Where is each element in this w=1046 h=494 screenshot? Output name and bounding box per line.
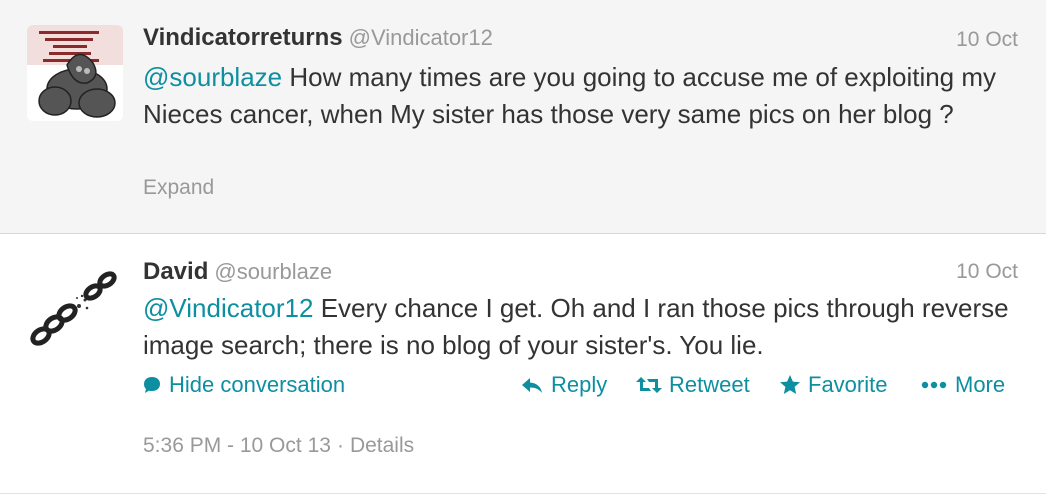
expand-link[interactable]: Expand (143, 176, 214, 200)
more-button[interactable]: More (920, 372, 1005, 398)
speech-bubble-icon (144, 377, 160, 393)
author-screenname[interactable]: @Vindicator12 (349, 25, 493, 50)
avatar[interactable] (27, 258, 123, 354)
retweet-label: Retweet (669, 372, 750, 397)
author-fullname[interactable]: David (143, 258, 208, 285)
hide-conversation-label: Hide conversation (169, 372, 346, 397)
star-icon (780, 375, 800, 394)
mention-link[interactable]: @sourblaze (143, 62, 282, 92)
retweet-button[interactable]: Retweet (636, 372, 750, 398)
tweet-timestamp[interactable]: 5:36 PM - 10 Oct 13 (143, 434, 331, 457)
favorite-button[interactable]: Favorite (779, 372, 887, 398)
hide-conversation-button[interactable]: Hide conversation (142, 372, 345, 398)
ellipsis-icon (921, 381, 947, 389)
author-screenname[interactable]: @sourblaze (214, 259, 332, 284)
tweet-text: @sourblaze How many times are you going … (143, 59, 1023, 133)
reply-label: Reply (551, 372, 608, 397)
author-line: Vindicatorreturns @Vindicator12 (143, 24, 493, 52)
tweet-vindicator[interactable]: Vindicatorreturns @Vindicator12 10 Oct @s… (0, 0, 1046, 234)
reply-button[interactable]: Reply (520, 372, 607, 398)
tweet-time[interactable]: 10 Oct (956, 260, 1018, 284)
avatar[interactable] (27, 25, 123, 121)
tweet-text: @Vindicator12 Every chance I get. Oh and… (143, 290, 1023, 364)
reply-arrow-icon (522, 378, 542, 393)
meta-separator: · (336, 434, 344, 457)
retweet-icon (636, 377, 662, 393)
tweet-time[interactable]: 10 Oct (956, 28, 1018, 52)
mention-link[interactable]: @Vindicator12 (143, 293, 313, 323)
author-fullname[interactable]: Vindicatorreturns (143, 24, 343, 51)
tweet-meta: 5:36 PM - 10 Oct 13 · Details (143, 434, 414, 458)
more-label: More (955, 372, 1006, 397)
favorite-label: Favorite (808, 372, 888, 397)
details-link[interactable]: Details (350, 434, 414, 457)
tweet-david: David @sourblaze 10 Oct @Vindicator12 Eve… (0, 234, 1046, 494)
tweet-actions: Hide conversation Reply Retweet Favorite (0, 372, 1046, 404)
author-line: David @sourblaze (143, 258, 332, 286)
